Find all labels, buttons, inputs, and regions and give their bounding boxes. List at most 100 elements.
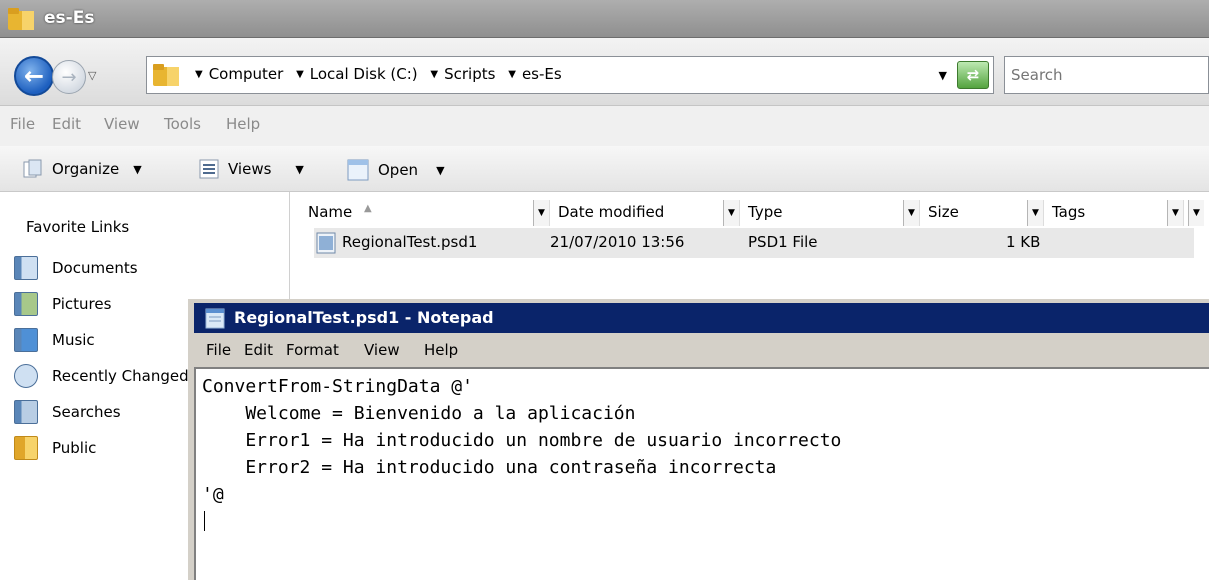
back-button[interactable]: ← (14, 56, 54, 96)
file-type: PSD1 File (748, 233, 818, 251)
nav-item-music[interactable]: Music (14, 328, 95, 352)
chevron-down-icon: ▼ (436, 163, 445, 177)
chevron-down-icon[interactable]: ▼ (533, 200, 549, 226)
chevron-down-icon[interactable]: ▼ (296, 69, 304, 80)
nav-item-searches[interactable]: Searches (14, 400, 121, 424)
breadcrumb-es-es[interactable]: es-Es (522, 65, 562, 83)
nav-item-label: Public (52, 439, 97, 457)
nav-item-label: Searches (52, 403, 121, 421)
notepad-menu-view[interactable]: View (364, 341, 400, 359)
text-line: Welcome = Bienvenido a la aplicación (202, 403, 636, 424)
column-header-label: Date modified (558, 203, 665, 221)
chevron-down-icon: ▼ (133, 162, 142, 176)
explorer-window-title: es-Es (44, 8, 95, 28)
text-line: ConvertFrom-StringData @' (202, 376, 473, 397)
text-line: Error1 = Ha introducido un nombre de usu… (202, 430, 842, 451)
chevron-down-icon[interactable]: ▼ (1167, 200, 1183, 226)
chevron-down-icon[interactable]: ▼ (508, 69, 516, 80)
column-header-label: Name (308, 203, 353, 221)
notepad-icon (205, 308, 225, 329)
chevron-down-icon[interactable]: ▼ (430, 69, 438, 80)
table-row[interactable]: RegionalTest.psd1 21/07/2010 13:56 PSD1 … (314, 228, 1194, 258)
chevron-down-icon[interactable]: ▼ (1188, 200, 1204, 226)
menu-help[interactable]: Help (226, 115, 260, 133)
breadcrumb: ▼ Computer ▼ Local Disk (C:) ▼ Scripts ▼ es-… (187, 65, 562, 83)
address-box[interactable]: ▼ Computer ▼ Local Disk (C:) ▼ Scripts ▼ es-… (146, 56, 994, 94)
chevron-down-icon[interactable]: ▼ (723, 200, 739, 226)
music-icon (14, 328, 38, 352)
menu-tools[interactable]: Tools (164, 115, 201, 133)
breadcrumb-scripts[interactable]: Scripts (444, 65, 495, 83)
sort-up-icon: ▲ (364, 203, 372, 214)
search-input[interactable] (1005, 57, 1208, 93)
column-header-label: Type (748, 203, 783, 221)
notepad-title: RegionalTest.psd1 - Notepad (234, 308, 494, 327)
refresh-button[interactable]: ⇄ (957, 61, 989, 89)
open-label: Open (378, 161, 419, 179)
text-line: Error2 = Ha introducido una contraseña i… (202, 457, 777, 478)
file-name: RegionalTest.psd1 (342, 233, 478, 251)
refresh-icon: ⇄ (966, 66, 980, 84)
nav-item-label: Recently Changed (52, 367, 189, 385)
column-header-date-modified[interactable]: Date modified ▼ (550, 200, 740, 226)
recently-changed-icon (14, 364, 38, 388)
explorer-menu-bar: File Edit View Tools Help (0, 106, 1209, 146)
column-header-tags[interactable]: Tags ▼ (1044, 200, 1184, 226)
explorer-toolbar: Organize ▼ Views ▼ Open ▼ (0, 146, 1209, 192)
open-button[interactable]: Open ▼ (346, 158, 445, 182)
views-icon (199, 159, 219, 179)
text-cursor (204, 511, 205, 531)
views-label: Views (228, 160, 272, 178)
column-header-label: Tags (1052, 203, 1086, 221)
explorer-title-bar: es-Es (0, 0, 1209, 38)
nav-item-pictures[interactable]: Pictures (14, 292, 111, 316)
nav-item-documents[interactable]: Documents (14, 256, 138, 280)
chevron-down-icon[interactable]: ▼ (195, 69, 203, 80)
organize-button[interactable]: Organize ▼ (22, 158, 142, 180)
column-header-name[interactable]: Name ▲ ▼ (300, 200, 550, 226)
psd1-file-icon (316, 232, 336, 254)
notepad-menu-help[interactable]: Help (424, 341, 458, 359)
notepad-text-area[interactable]: ConvertFrom-StringData @' Welcome = Bien… (194, 367, 1209, 580)
folder-icon (153, 64, 179, 86)
menu-edit[interactable]: Edit (52, 115, 81, 133)
breadcrumb-computer[interactable]: Computer (209, 65, 284, 83)
column-header-type[interactable]: Type ▼ (740, 200, 920, 226)
search-box[interactable] (1004, 56, 1209, 94)
notepad-window: RegionalTest.psd1 - Notepad File Edit Fo… (188, 299, 1209, 580)
forward-button[interactable]: → (52, 60, 86, 94)
column-header-label: Size (928, 203, 959, 221)
pictures-icon (14, 292, 38, 316)
text-line: '@ (202, 484, 224, 505)
menu-file[interactable]: File (10, 115, 35, 133)
organize-label: Organize (52, 160, 120, 178)
open-file-icon (347, 159, 369, 181)
notepad-menu-edit[interactable]: Edit (244, 341, 273, 359)
nav-item-label: Documents (52, 259, 138, 277)
notepad-title-bar[interactable]: RegionalTest.psd1 - Notepad (194, 303, 1209, 333)
address-bar-area: ← → ▽ ▼ Computer ▼ Local Disk (C:) ▼ Script… (0, 38, 1209, 106)
column-header-size[interactable]: Size ▼ (920, 200, 1044, 226)
nav-item-recently-changed[interactable]: Recently Changed (14, 364, 189, 388)
chevron-down-icon[interactable]: ▼ (1027, 200, 1043, 226)
file-size: 1 KB (1006, 233, 1041, 251)
folder-icon (8, 8, 34, 30)
chevron-down-icon[interactable]: ▼ (903, 200, 919, 226)
file-date-modified: 21/07/2010 13:56 (550, 233, 685, 251)
arrow-left-icon: ← (23, 62, 45, 90)
searches-icon (14, 400, 38, 424)
notepad-menu-bar: File Edit Format View Help (194, 335, 1209, 365)
notepad-menu-format[interactable]: Format (286, 341, 339, 359)
documents-icon (14, 256, 38, 280)
recent-pages-dropdown[interactable]: ▽ (88, 69, 96, 82)
nav-item-public[interactable]: Public (14, 436, 96, 460)
notepad-menu-file[interactable]: File (206, 341, 231, 359)
column-header-more[interactable]: ▼ (1184, 200, 1204, 226)
address-history-dropdown[interactable]: ▼ (939, 69, 947, 82)
arrow-right-icon: → (61, 66, 77, 88)
nav-item-label: Pictures (52, 295, 112, 313)
breadcrumb-local-disk[interactable]: Local Disk (C:) (310, 65, 418, 83)
menu-view[interactable]: View (104, 115, 140, 133)
chevron-down-icon: ▼ (295, 162, 304, 176)
views-button[interactable]: Views ▼ (198, 158, 304, 180)
